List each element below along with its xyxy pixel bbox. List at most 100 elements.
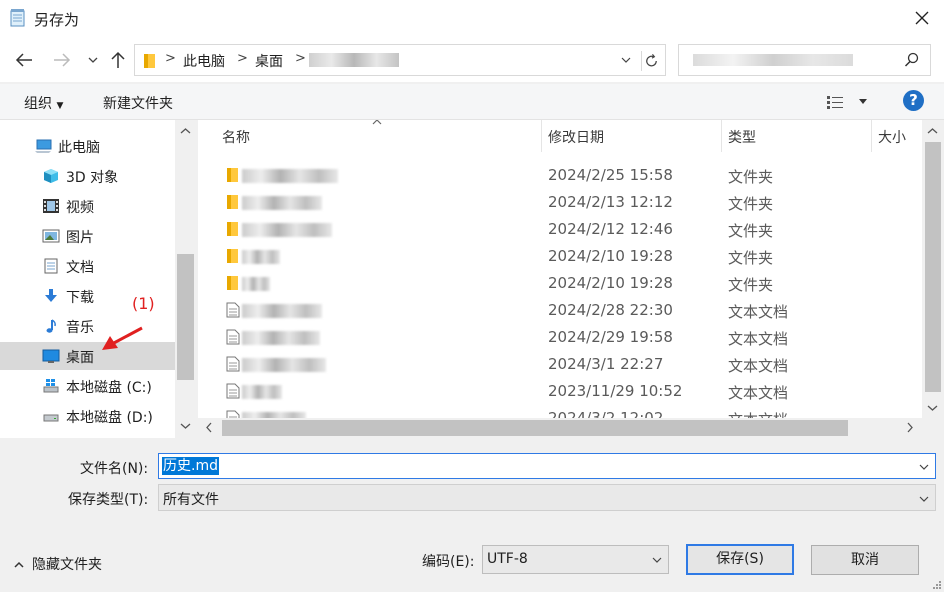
- sidebar-item-pictures[interactable]: 图片: [0, 222, 175, 250]
- column-header-label: 大小: [878, 130, 906, 146]
- resize-grip-icon[interactable]: [932, 580, 942, 590]
- scroll-up-icon[interactable]: [180, 126, 191, 137]
- scrollbar-thumb[interactable]: [925, 142, 941, 392]
- view-dropdown-icon[interactable]: [858, 98, 868, 106]
- chevron-down-icon[interactable]: [919, 495, 929, 503]
- chevron-down-icon[interactable]: [652, 556, 662, 564]
- file-row[interactable]: 2024/2/10 19:28 文件夹: [198, 270, 922, 297]
- navigation-pane-scrollbar[interactable]: [175, 120, 196, 438]
- file-row[interactable]: 2024/2/25 15:58 文件夹: [198, 162, 922, 189]
- file-date: 2024/3/1 22:27: [548, 355, 664, 373]
- sidebar-item-local-disk-c[interactable]: 本地磁盘 (C:): [0, 372, 175, 400]
- file-row[interactable]: 2024/2/10 19:28 文件夹: [198, 243, 922, 270]
- breadcrumb-this-pc[interactable]: 此电脑: [183, 51, 225, 71]
- sidebar-item-videos[interactable]: 视频: [0, 192, 175, 220]
- scroll-up-icon[interactable]: [927, 126, 938, 137]
- column-header-size[interactable]: 大小: [872, 120, 922, 152]
- scrollbar-thumb[interactable]: [222, 420, 848, 436]
- file-type: 文本文档: [728, 303, 789, 321]
- notepad-icon: [10, 9, 25, 27]
- red-arrow-annotation: [102, 326, 143, 350]
- title-bar: 另存为: [0, 0, 944, 38]
- breadcrumb-desktop[interactable]: 桌面: [255, 51, 283, 71]
- file-row[interactable]: 2024/2/12 12:46 文件夹: [198, 216, 922, 243]
- organize-button[interactable]: 组织 ▼: [24, 93, 63, 113]
- up-arrow-icon[interactable]: [108, 50, 128, 70]
- scrollbar-thumb[interactable]: [177, 254, 194, 380]
- scroll-down-icon[interactable]: [927, 402, 938, 413]
- folder-icon: [227, 249, 238, 263]
- cancel-button[interactable]: 取消: [811, 545, 919, 575]
- file-row[interactable]: 2024/3/2 12:02 文本文档: [198, 405, 922, 418]
- address-bar[interactable]: > 此电脑 > 桌面 >: [134, 44, 666, 76]
- file-date: 2023/11/29 10:52: [548, 382, 683, 400]
- encoding-select[interactable]: UTF-8: [482, 545, 669, 574]
- folder-icon: [227, 276, 238, 290]
- organize-label: 组织: [24, 96, 52, 112]
- filename-selected-text[interactable]: 历史.md: [162, 457, 219, 475]
- address-dropdown-icon[interactable]: [621, 55, 631, 65]
- documents-icon: [44, 258, 58, 274]
- blurred-file-name: [242, 277, 270, 291]
- save-button[interactable]: 保存(S): [686, 544, 794, 575]
- search-icon[interactable]: [904, 52, 920, 68]
- sidebar-item-label: 本地磁盘 (D:): [66, 410, 153, 426]
- hide-folders-toggle[interactable]: 隐藏文件夹: [14, 554, 102, 574]
- search-box[interactable]: [678, 44, 931, 76]
- filetype-select[interactable]: 所有文件: [158, 484, 936, 511]
- file-row[interactable]: 2024/2/13 12:12 文件夹: [198, 189, 922, 216]
- sidebar-item-label: 桌面: [66, 350, 94, 366]
- sidebar-item-label: 下载: [66, 290, 94, 306]
- blurred-file-name: [242, 223, 332, 237]
- scroll-down-icon[interactable]: [180, 420, 191, 431]
- blurred-breadcrumb[interactable]: [309, 53, 399, 67]
- sidebar-item-label: 文档: [66, 260, 94, 276]
- column-header-label: 修改日期: [548, 130, 604, 146]
- command-toolbar: 组织 ▼ 新建文件夹 ?: [0, 84, 944, 120]
- help-button[interactable]: ?: [903, 90, 924, 111]
- forward-arrow-icon[interactable]: [52, 50, 72, 70]
- new-folder-button[interactable]: 新建文件夹: [103, 93, 173, 113]
- filename-input[interactable]: 历史.md: [158, 453, 936, 479]
- view-options-icon[interactable]: [826, 94, 844, 110]
- sidebar-item-documents[interactable]: 文档: [0, 252, 175, 280]
- file-list-vertical-scrollbar[interactable]: [922, 120, 944, 418]
- column-header-type[interactable]: 类型: [722, 120, 872, 152]
- file-row[interactable]: 2023/11/29 10:52 文本文档: [198, 378, 922, 405]
- file-row[interactable]: 2024/2/29 19:58 文本文档: [198, 324, 922, 351]
- file-list: 名称 修改日期 类型 大小 2024/2/25 15:58 文件夹 2024/2/1…: [198, 120, 922, 418]
- text-file-icon: [226, 356, 240, 372]
- file-row[interactable]: 2024/3/1 22:27 文本文档: [198, 351, 922, 378]
- refresh-icon[interactable]: [641, 51, 661, 71]
- close-icon[interactable]: [912, 8, 932, 28]
- encoding-value: UTF-8: [487, 551, 528, 567]
- sidebar-item-desktop[interactable]: 桌面: [0, 342, 175, 370]
- sidebar-item-label: 图片: [66, 230, 94, 246]
- file-date: 2024/2/29 19:58: [548, 328, 673, 346]
- navigation-pane: 此电脑 3D 对象 视频 图片 文档 下载 音乐 桌面 本地磁盘 (C:) 本地…: [0, 120, 196, 438]
- sidebar-item-local-disk-d[interactable]: 本地磁盘 (D:): [0, 402, 175, 430]
- chevron-down-icon[interactable]: [919, 463, 929, 471]
- column-header-modified[interactable]: 修改日期: [542, 120, 722, 152]
- folder-icon: [227, 195, 238, 209]
- sidebar-item-label: 3D 对象: [66, 170, 119, 186]
- text-file-icon: [226, 410, 240, 418]
- file-type: 文件夹: [728, 276, 774, 294]
- scroll-left-icon[interactable]: [204, 422, 215, 433]
- blurred-file-name: [242, 385, 282, 399]
- sidebar-item-music[interactable]: 音乐: [0, 312, 175, 340]
- sidebar-item-3d-objects[interactable]: 3D 对象: [0, 162, 175, 190]
- breadcrumb-separator: >: [295, 51, 306, 66]
- annotation-label: (1): [132, 294, 155, 313]
- scroll-right-icon[interactable]: [904, 422, 915, 433]
- sidebar-item-this-pc[interactable]: 此电脑: [0, 132, 175, 160]
- blurred-file-name: [242, 331, 320, 345]
- blurred-file-name: [242, 304, 322, 318]
- column-header-name[interactable]: 名称: [198, 120, 542, 152]
- file-date: 2024/3/2 12:02: [548, 409, 664, 418]
- download-icon: [45, 289, 57, 302]
- file-row[interactable]: 2024/2/28 22:30 文本文档: [198, 297, 922, 324]
- file-list-horizontal-scrollbar[interactable]: [198, 418, 922, 438]
- recent-locations-chevron-icon[interactable]: [86, 50, 100, 70]
- back-arrow-icon[interactable]: [14, 50, 34, 70]
